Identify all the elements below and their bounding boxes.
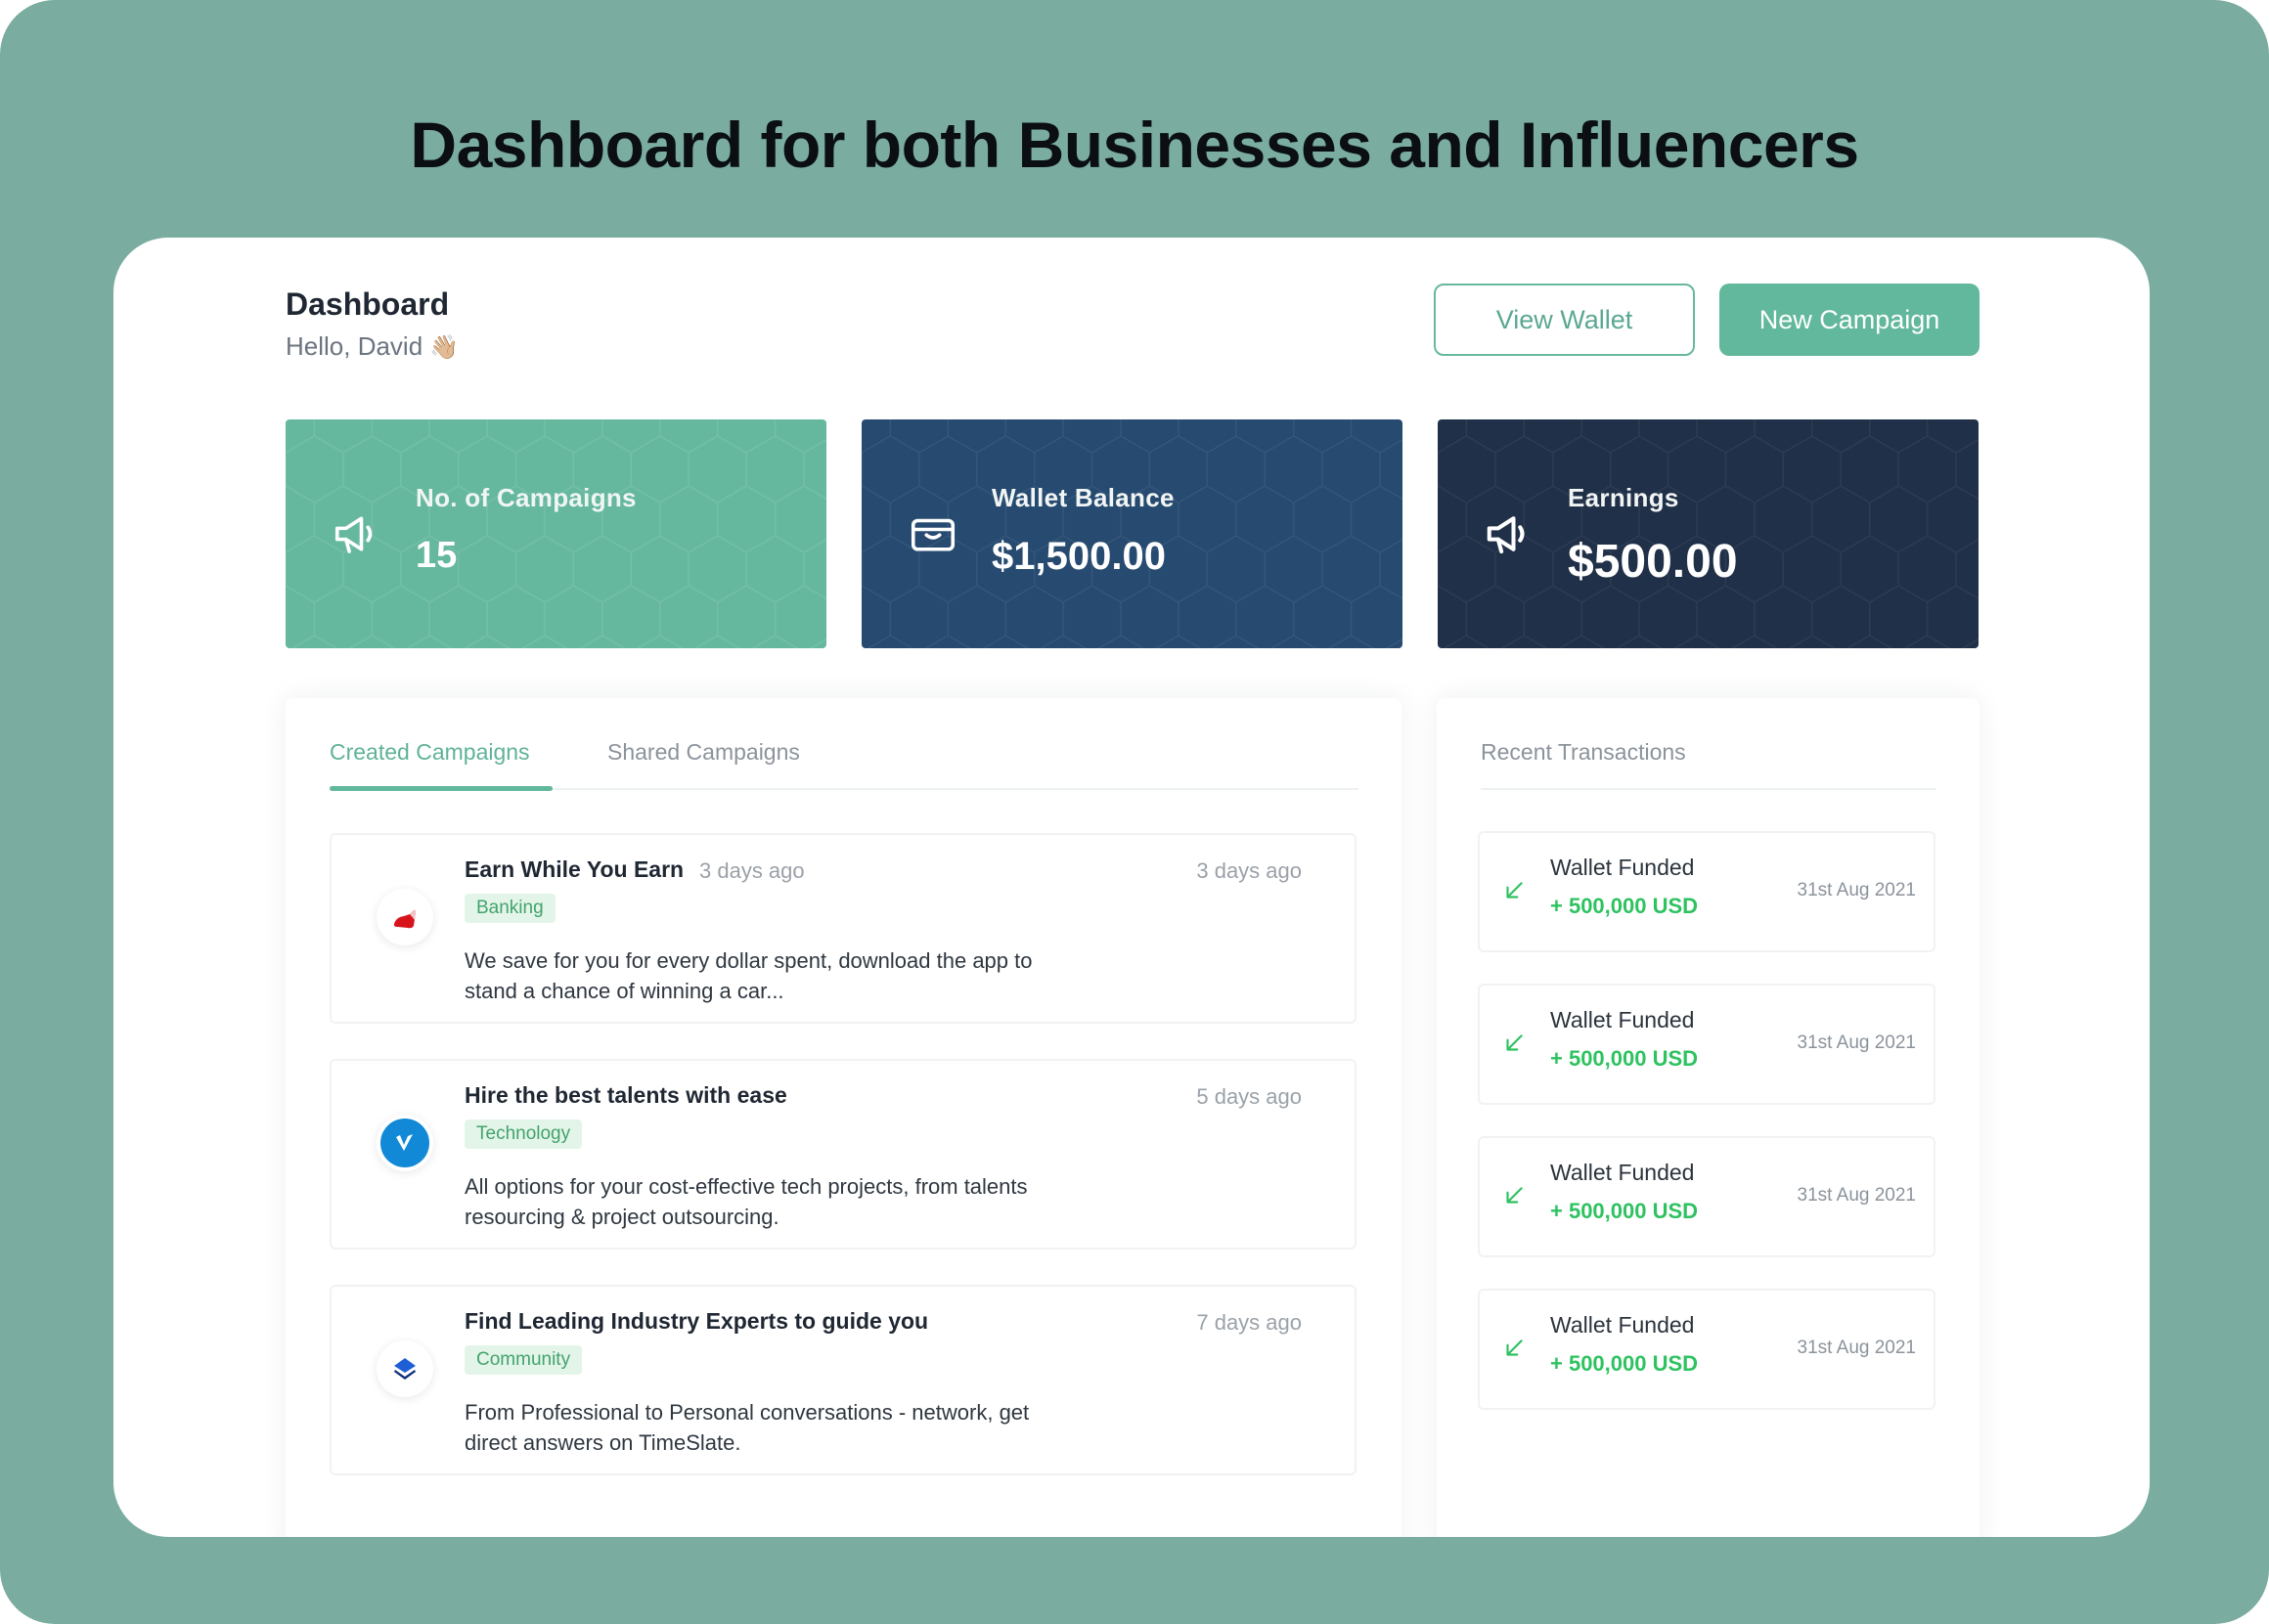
- wallet-icon: [911, 518, 956, 551]
- transaction-amount: + 500,000 USD: [1550, 1351, 1699, 1376]
- page-title: Dashboard: [286, 286, 450, 322]
- red-shape-logo: [377, 889, 433, 945]
- megaphone-icon: [1487, 516, 1525, 554]
- stat-label: Wallet Balance: [992, 483, 1175, 512]
- waving-hand-icon: 👋🏼: [429, 334, 460, 361]
- campaign-time: 7 days ago: [1196, 1310, 1302, 1335]
- campaign-tabs: Created Campaigns Shared Campaigns: [330, 698, 1358, 791]
- transaction-title: Wallet Funded: [1550, 1312, 1695, 1338]
- new-campaign-button[interactable]: New Campaign: [1719, 284, 1980, 356]
- transaction-title: Wallet Funded: [1550, 855, 1695, 880]
- transaction-item[interactable]: Wallet Funded + 500,000 USD 31st Aug 202…: [1478, 831, 1935, 952]
- transactions-title: Recent Transactions: [1481, 739, 1686, 765]
- transaction-amount: + 500,000 USD: [1550, 1046, 1699, 1071]
- transaction-date: 31st Aug 2021: [1797, 1032, 1917, 1053]
- transaction-item[interactable]: Wallet Funded + 500,000 USD 31st Aug 202…: [1478, 984, 1935, 1105]
- campaign-inline-time: 3 days ago: [699, 858, 805, 883]
- transaction-date: 31st Aug 2021: [1797, 1338, 1917, 1358]
- showcase-headline: Dashboard for both Businesses and Influe…: [410, 109, 1859, 181]
- megaphone-icon: [334, 516, 373, 553]
- campaigns-card: Created Campaigns Shared Campaigns Earn …: [286, 698, 1401, 1537]
- dashboard-panel: Dashboard Hello, David 👋🏼 View Wallet Ne…: [113, 238, 2150, 1537]
- stat-label: No. of Campaigns: [416, 483, 637, 512]
- transaction-item[interactable]: Wallet Funded + 500,000 USD 31st Aug 202…: [1478, 1136, 1935, 1257]
- transaction-date: 31st Aug 2021: [1797, 1185, 1917, 1206]
- blue-circle-logo: [377, 1115, 433, 1171]
- arrow-down-left-icon: [1506, 1034, 1523, 1051]
- transactions-header: Recent Transactions: [1481, 698, 1936, 790]
- campaign-time: 5 days ago: [1196, 1084, 1302, 1109]
- campaign-time: 3 days ago: [1196, 858, 1302, 883]
- stat-value: 15: [416, 535, 458, 576]
- greeting: Hello, David 👋🏼: [286, 331, 459, 362]
- campaign-title: Find Leading Industry Experts to guide y…: [465, 1308, 929, 1334]
- tab-created-campaigns[interactable]: Created Campaigns: [330, 739, 530, 766]
- transaction-item[interactable]: Wallet Funded + 500,000 USD 31st Aug 202…: [1478, 1289, 1935, 1410]
- transaction-title: Wallet Funded: [1550, 1160, 1695, 1185]
- campaign-item[interactable]: Find Leading Industry Experts to guide y…: [330, 1285, 1357, 1475]
- stat-value: $1,500.00: [992, 535, 1166, 578]
- recent-transactions-card: Recent Transactions Wallet Funded + 500,…: [1437, 698, 1980, 1537]
- layers-logo: [377, 1340, 433, 1397]
- arrow-down-left-icon: [1506, 1187, 1523, 1204]
- greeting-text: Hello, David: [286, 331, 423, 361]
- tab-shared-campaigns[interactable]: Shared Campaigns: [607, 739, 800, 766]
- showcase-background: Dashboard for both Businesses and Influe…: [0, 0, 2269, 1624]
- transaction-amount: + 500,000 USD: [1550, 1199, 1699, 1223]
- category-tag: Technology: [465, 1119, 583, 1149]
- stat-value: $500.00: [1568, 536, 1738, 588]
- stat-card-wallet-balance: Wallet Balance $1,500.00: [862, 419, 1402, 648]
- campaign-item[interactable]: Hire the best talents with ease 5 days a…: [330, 1059, 1357, 1250]
- transaction-date: 31st Aug 2021: [1797, 880, 1917, 900]
- arrow-down-left-icon: [1506, 882, 1523, 899]
- campaign-description: From Professional to Personal conversati…: [465, 1400, 1030, 1455]
- campaign-description: We save for you for every dollar spent, …: [465, 948, 1033, 1003]
- transaction-amount: + 500,000 USD: [1550, 894, 1699, 918]
- arrow-down-left-icon: [1506, 1339, 1523, 1356]
- transaction-title: Wallet Funded: [1550, 1007, 1695, 1032]
- category-tag: Banking: [465, 894, 556, 923]
- stat-card-earnings: Earnings $500.00: [1438, 419, 1979, 648]
- stat-card-campaigns: No. of Campaigns 15: [286, 419, 826, 648]
- campaign-item[interactable]: Earn While You Earn 3 days ago 3 days ag…: [330, 833, 1357, 1024]
- view-wallet-button[interactable]: View Wallet: [1434, 284, 1695, 356]
- stat-label: Earnings: [1568, 483, 1679, 512]
- campaign-title: Earn While You Earn: [465, 856, 685, 882]
- active-tab-indicator: [330, 786, 553, 791]
- category-tag: Community: [465, 1345, 583, 1375]
- campaign-title: Hire the best talents with ease: [465, 1082, 787, 1108]
- campaign-description: All options for your cost-effective tech…: [465, 1174, 1028, 1229]
